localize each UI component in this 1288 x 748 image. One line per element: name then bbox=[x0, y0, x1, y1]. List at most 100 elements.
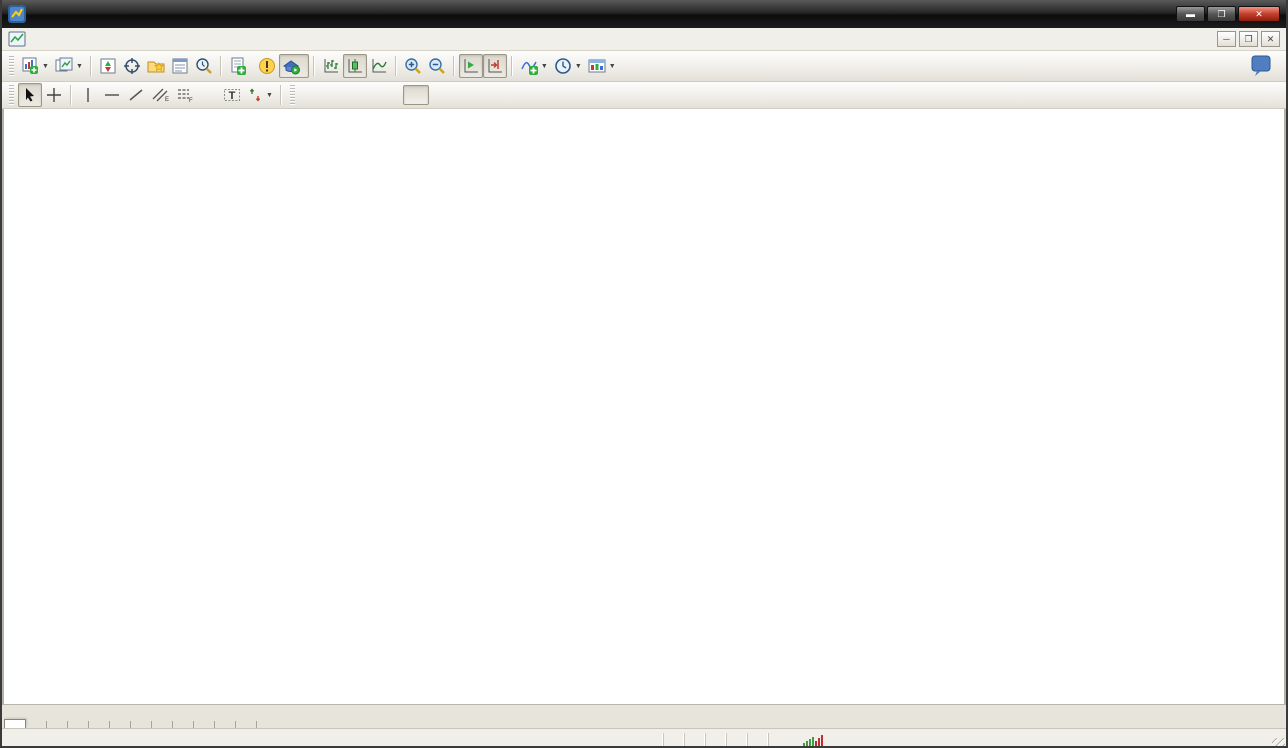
indicators-button[interactable]: ▼ bbox=[517, 54, 551, 78]
chart-tab[interactable] bbox=[47, 721, 68, 728]
menu-insert[interactable] bbox=[70, 37, 88, 41]
chart-tab[interactable] bbox=[68, 721, 89, 728]
chart-tabbar bbox=[2, 704, 1286, 728]
alert-button[interactable] bbox=[255, 54, 279, 78]
line-chart-button[interactable] bbox=[367, 54, 391, 78]
toolbar-separator bbox=[394, 56, 397, 76]
chart-shift-button[interactable] bbox=[482, 54, 507, 78]
timeframe-mn-button[interactable] bbox=[507, 85, 533, 105]
menu-help[interactable] bbox=[142, 37, 160, 41]
toolbar-separator bbox=[70, 85, 72, 105]
chart-tab[interactable] bbox=[131, 721, 152, 728]
dropdown-arrow-icon: ▼ bbox=[75, 62, 83, 70]
close-button[interactable]: ✕ bbox=[1238, 6, 1280, 22]
timeframe-w1-button[interactable] bbox=[481, 85, 507, 105]
toolbar-separator bbox=[279, 85, 282, 105]
chart-tab[interactable] bbox=[26, 721, 47, 728]
status-close bbox=[747, 733, 768, 746]
auto-scroll-button[interactable] bbox=[458, 54, 483, 78]
chart-tab[interactable] bbox=[194, 721, 215, 728]
cursor-icon bbox=[26, 88, 34, 102]
profiles-icon bbox=[55, 57, 73, 72]
warning-icon bbox=[258, 58, 275, 74]
expert-advisors-button[interactable] bbox=[278, 54, 309, 78]
strategy-tester-button[interactable] bbox=[192, 54, 216, 78]
new-order-button[interactable] bbox=[226, 54, 255, 78]
status-volume bbox=[768, 733, 789, 746]
chart-tab[interactable] bbox=[4, 719, 26, 728]
toolbar-grip[interactable] bbox=[9, 85, 14, 105]
timeframe-h1-button[interactable] bbox=[402, 85, 429, 105]
crosshair-tool-button[interactable] bbox=[42, 83, 66, 107]
line-chart-icon bbox=[372, 59, 387, 73]
arrow-objects-icon bbox=[249, 88, 261, 102]
menu-window[interactable] bbox=[124, 37, 142, 41]
bar-chart-button[interactable] bbox=[319, 54, 343, 78]
status-open bbox=[684, 733, 705, 746]
menu-tools[interactable] bbox=[106, 37, 124, 41]
chart-tab[interactable] bbox=[110, 721, 131, 728]
cursor-tool-button[interactable] bbox=[18, 83, 42, 107]
chart-tab[interactable] bbox=[152, 721, 173, 728]
arrows-tool-button[interactable]: ▼ bbox=[244, 83, 276, 107]
timeframe-h4-button[interactable] bbox=[429, 85, 455, 105]
maximize-button[interactable]: ❐ bbox=[1207, 6, 1236, 22]
zoom-in-icon bbox=[405, 58, 421, 74]
dropdown-arrow-icon: ▼ bbox=[540, 62, 548, 70]
data-window-button[interactable] bbox=[120, 54, 144, 78]
chart-tab[interactable] bbox=[89, 721, 110, 728]
fibonacci-tool-button[interactable]: F bbox=[172, 83, 196, 107]
timeframe-m15-button[interactable] bbox=[351, 85, 377, 105]
chart-tab[interactable] bbox=[236, 721, 257, 728]
text-label-tool-button[interactable]: T bbox=[220, 83, 244, 107]
notifications-badge[interactable] bbox=[1249, 55, 1273, 77]
connection-bars-icon bbox=[803, 734, 823, 746]
toolbar-grip[interactable] bbox=[9, 56, 14, 76]
timeframe-m1-button[interactable] bbox=[299, 85, 325, 105]
templates-button[interactable]: ▼ bbox=[585, 54, 619, 78]
chart-tab[interactable] bbox=[215, 721, 236, 728]
zoom-in-button[interactable] bbox=[401, 54, 425, 78]
timeframe-m30-button[interactable] bbox=[377, 85, 403, 105]
svg-text:F: F bbox=[189, 98, 193, 103]
timeframe-m5-button[interactable] bbox=[325, 85, 351, 105]
chat-bubble-icon bbox=[1251, 55, 1271, 76]
horizontal-line-tool-button[interactable] bbox=[100, 83, 124, 107]
status-time bbox=[663, 733, 684, 746]
drawing-toolbar: E F T ▼ bbox=[2, 82, 1286, 109]
menu-view[interactable] bbox=[52, 37, 70, 41]
new-order-icon bbox=[231, 57, 246, 75]
mdi-minimize-button[interactable]: ─ bbox=[1217, 31, 1236, 47]
dropdown-arrow-icon: ▼ bbox=[266, 91, 273, 99]
titlebar[interactable]: ▬ ❐ ✕ bbox=[2, 0, 1286, 28]
periods-button[interactable]: ▼ bbox=[551, 54, 585, 78]
mdi-close-button[interactable]: ✕ bbox=[1261, 31, 1280, 47]
navigator-button[interactable] bbox=[144, 54, 168, 78]
equidistant-channel-icon: E bbox=[152, 88, 169, 103]
minimize-button[interactable]: ▬ bbox=[1176, 6, 1205, 22]
terminal-button[interactable] bbox=[168, 54, 192, 78]
candlestick-chart-button[interactable] bbox=[342, 54, 367, 78]
market-watch-button[interactable] bbox=[96, 54, 120, 78]
toolbar-separator bbox=[452, 56, 455, 76]
trendline-tool-button[interactable] bbox=[124, 83, 148, 107]
channel-tool-button[interactable]: E bbox=[148, 83, 172, 107]
chart-pane bbox=[2, 109, 1286, 704]
chart-tab[interactable] bbox=[173, 721, 194, 728]
mdi-restore-button[interactable]: ❐ bbox=[1239, 31, 1258, 47]
text-label-icon: T bbox=[224, 89, 240, 102]
mt4-window: ▬ ❐ ✕ ─ ❐ ✕ ▼ ▼ ▼ ▼ ▼ E F T ▼ bbox=[0, 0, 1288, 748]
candlestick-icon bbox=[348, 59, 362, 73]
price-chart[interactable] bbox=[5, 109, 1287, 704]
menu-charts[interactable] bbox=[88, 37, 106, 41]
text-tool-button[interactable] bbox=[196, 83, 220, 107]
chart-document-icon bbox=[8, 31, 26, 47]
timeframe-d1-button[interactable] bbox=[455, 85, 481, 105]
zoom-out-button[interactable] bbox=[425, 54, 449, 78]
profiles-button[interactable]: ▼ bbox=[52, 54, 86, 78]
resize-grip[interactable] bbox=[1272, 738, 1285, 746]
toolbar-grip[interactable] bbox=[289, 85, 295, 105]
new-chart-button[interactable]: ▼ bbox=[18, 54, 52, 78]
menu-file[interactable] bbox=[34, 37, 52, 41]
vertical-line-tool-button[interactable] bbox=[76, 83, 100, 107]
